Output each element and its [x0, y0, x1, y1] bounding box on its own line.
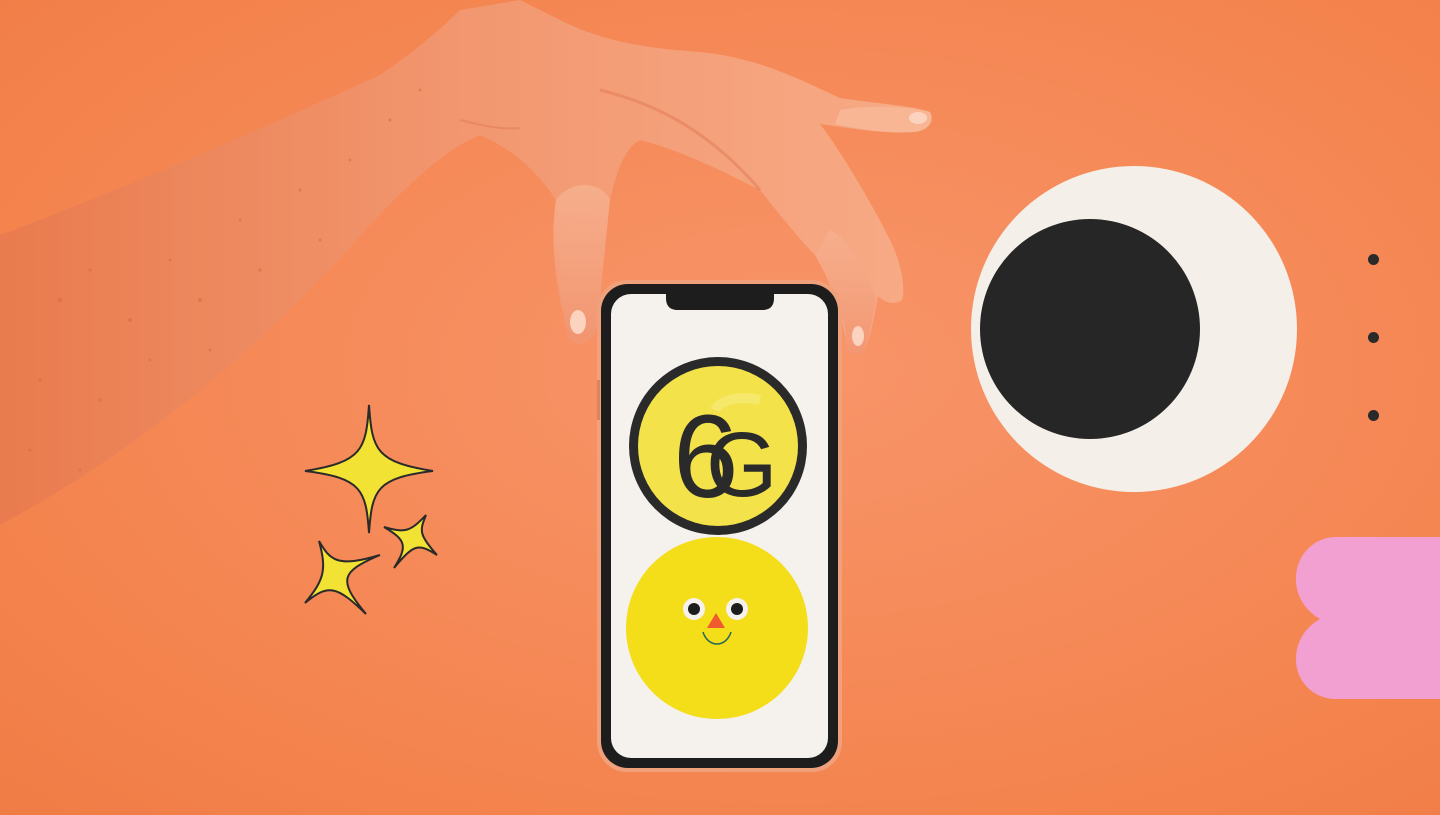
dot-3: [1368, 410, 1379, 421]
sparkle-icon-small: [383, 514, 438, 569]
pink-blob: [1296, 537, 1440, 699]
sparkle-icon-medium: [304, 540, 381, 615]
eclipse-dark-circle: [980, 219, 1200, 439]
dot-1: [1368, 254, 1379, 265]
sparkle-icon: [304, 404, 434, 534]
dot-2: [1368, 332, 1379, 343]
illustration-canvas: 6 G: [0, 0, 1440, 815]
